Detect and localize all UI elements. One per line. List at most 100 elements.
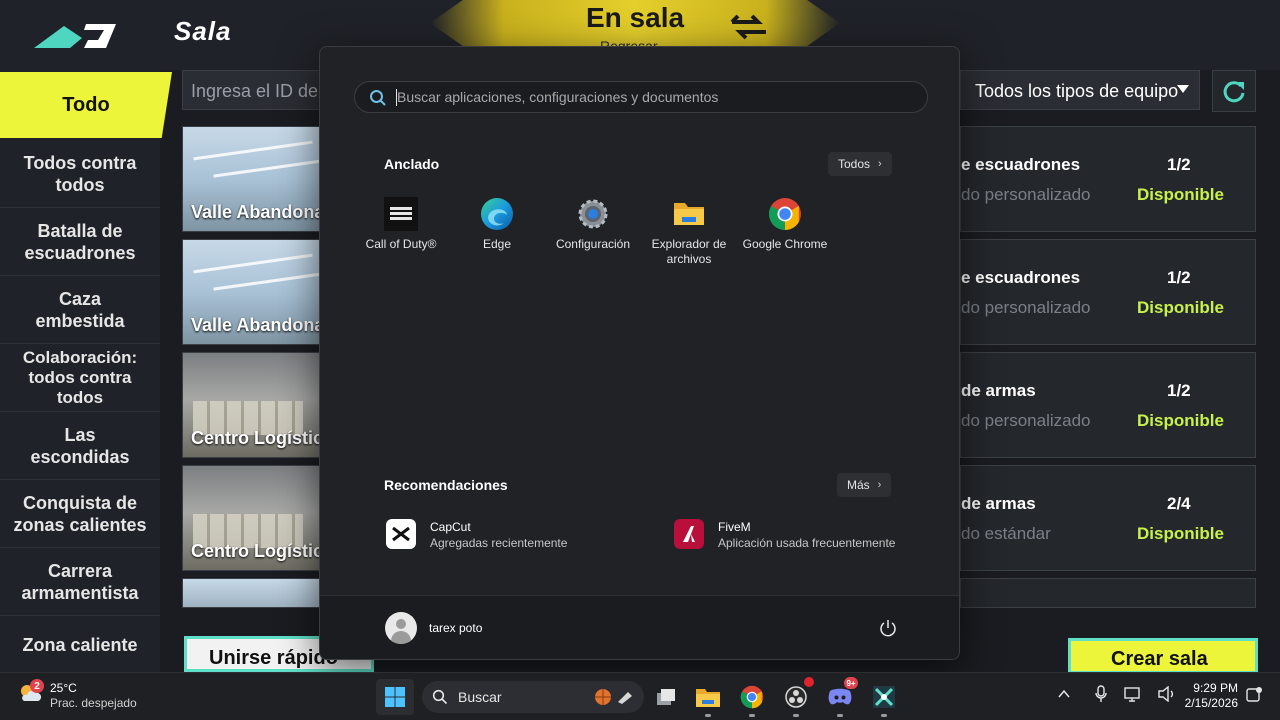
sidebar-item-conquista[interactable]: Conquista de zonas calientes	[0, 480, 160, 548]
mode-sidebar: Todo Todos contra todos Batalla de escua…	[0, 70, 172, 675]
taskbar-obs[interactable]	[780, 677, 814, 717]
start-search-box[interactable]	[354, 81, 928, 113]
folder-icon	[696, 689, 720, 707]
room-player-count: 1/2	[1167, 155, 1191, 174]
start-user-bar: tarex poto	[320, 595, 959, 659]
sidebar-item-colaboracion[interactable]: Colaboración: todos contra todos	[0, 344, 160, 412]
room-status: Disponible	[1137, 524, 1224, 543]
windows-logo-icon	[385, 687, 405, 707]
sidebar-item-label: Carrera armamentista	[21, 560, 139, 603]
avatar-body	[391, 631, 411, 644]
weather-alert-badge: 2	[30, 679, 44, 693]
sidebar-item-caza-embestida[interactable]: Caza embestida	[0, 276, 160, 344]
power-icon[interactable]	[878, 618, 898, 638]
recommended-item-fivem[interactable]: FiveM Aplicación usada frecuentemente	[674, 519, 895, 551]
start-button[interactable]	[376, 679, 414, 715]
capcut-icon	[386, 519, 416, 549]
all-apps-button[interactable]: Todos ›	[828, 152, 892, 176]
more-recommended-button[interactable]: Más ›	[837, 473, 892, 497]
pinned-app-settings[interactable]: Configuración	[545, 197, 641, 252]
recommended-item-capcut[interactable]: CapCut Agregadas recientemente	[386, 519, 567, 551]
pinned-app-call-of-duty[interactable]: Call of Duty®	[353, 197, 449, 252]
room-map-thumbnail-partial[interactable]	[182, 578, 322, 608]
room-map-thumbnail[interactable]: Valle Abandonado	[182, 239, 322, 345]
equipment-filter-value: Todos los tipos de equipo	[975, 81, 1179, 101]
sidebar-item-label: Colaboración: todos contra todos	[22, 347, 138, 407]
avatar-head	[396, 619, 406, 629]
refresh-button[interactable]	[1212, 70, 1256, 112]
taskbar-file-explorer[interactable]	[692, 681, 724, 717]
taskbar-search[interactable]: Buscar	[422, 681, 644, 713]
search-icon	[370, 90, 386, 106]
recording-dot	[804, 677, 814, 687]
sidebar-item-carrera[interactable]: Carrera armamentista	[0, 548, 160, 616]
sidebar-item-label: Conquista de zonas calientes	[13, 492, 147, 535]
sidebar-item-label: Caza embestida	[35, 288, 125, 331]
room-map-thumbnail[interactable]: Valle Abandonado	[182, 126, 322, 232]
refresh-icon	[1223, 81, 1245, 103]
room-row[interactable]: e escuadrones do personalizado 1/2 Dispo…	[960, 239, 1256, 345]
running-indicator	[881, 714, 887, 717]
clock-time: 9:29 PM	[1193, 681, 1238, 695]
app-label: Google Chrome	[742, 237, 828, 251]
chevron-right-icon: ›	[877, 479, 882, 491]
screen: Sala En sala Regresar Todo Todos contra …	[0, 0, 1280, 720]
recommended-name: CapCut	[430, 520, 471, 534]
sidebar-item-todo[interactable]: Todo	[0, 72, 172, 138]
room-map-thumbnail[interactable]: Centro Logístico	[182, 465, 322, 571]
volume-icon[interactable]	[1158, 686, 1176, 702]
discord-notification-badge: 9+	[844, 677, 858, 689]
room-row[interactable]: de armas do personalizado 1/2 Disponible	[960, 352, 1256, 458]
sidebar-item-label: Todo	[62, 94, 110, 116]
user-avatar[interactable]	[385, 612, 417, 644]
room-map-thumbnail[interactable]: Centro Logístico	[182, 352, 322, 458]
notifications-icon[interactable]	[1246, 687, 1262, 703]
map-name: Centro Logístico	[191, 428, 322, 448]
taskbar-clock[interactable]: 9:29 PM 2/15/2026	[1176, 681, 1238, 711]
create-room-button[interactable]: Crear sala	[1068, 638, 1258, 674]
chevron-up-icon[interactable]	[1058, 689, 1070, 699]
search-icon	[432, 689, 448, 705]
user-name[interactable]: tarex poto	[429, 621, 482, 635]
taskbar-discord[interactable]: 9+	[824, 677, 858, 717]
taskbar-chrome[interactable]	[736, 681, 768, 717]
pinned-app-edge[interactable]: Edge	[449, 197, 545, 252]
pinned-app-file-explorer[interactable]: Explorador de archivos	[641, 197, 737, 267]
weather-widget[interactable]: 2 25°C Prac. despejado	[18, 679, 137, 711]
taskbar-task-view[interactable]	[650, 681, 682, 713]
sky-streak	[213, 272, 321, 291]
chrome-icon	[740, 685, 764, 709]
network-icon[interactable]	[1124, 686, 1142, 702]
room-row[interactable]: e escuadrones do personalizado 1/2 Dispo…	[960, 126, 1256, 232]
sidebar-item-las-escondidas[interactable]: Las escondidas	[0, 412, 160, 480]
room-status: Disponible	[1137, 185, 1224, 204]
sidebar-item-batalla-escuadrones[interactable]: Batalla de escuadrones	[0, 208, 160, 276]
equipment-filter-select[interactable]: Todos los tipos de equipo	[960, 70, 1200, 110]
more-label: Más	[847, 478, 870, 492]
room-status: Disponible	[1137, 298, 1224, 317]
start-search-input[interactable]	[397, 86, 917, 108]
task-view-icon	[657, 689, 675, 705]
game-logo	[0, 0, 160, 70]
map-name: Valle Abandonado	[191, 315, 321, 335]
taskbar-game-app[interactable]	[868, 681, 900, 717]
app-label: Call of Duty®	[365, 237, 437, 251]
room-row[interactable]: de armas do estándar 2/4 Disponible	[960, 465, 1256, 571]
pinned-section-title: Anclado	[384, 156, 440, 172]
microphone-icon[interactable]	[1094, 685, 1108, 703]
edge-icon	[480, 197, 514, 231]
pinned-app-chrome[interactable]: Google Chrome	[737, 197, 833, 252]
text-cursor	[396, 89, 397, 106]
game-app-icon	[873, 686, 895, 708]
dropdown-arrow-icon	[1177, 85, 1189, 93]
room-mode-type: do estándar	[961, 524, 1051, 543]
room-row-partial[interactable]	[960, 578, 1256, 608]
sidebar-item-todos-contra-todos[interactable]: Todos contra todos	[0, 140, 160, 208]
folder-icon	[672, 197, 706, 231]
page-title: Sala	[174, 16, 232, 46]
sidebar-item-zona-caliente[interactable]: Zona caliente	[0, 616, 160, 674]
room-id-input[interactable]: Ingresa el ID de	[182, 70, 322, 110]
swap-arrows-icon[interactable]	[728, 12, 770, 42]
search-highlight-icon	[595, 689, 632, 705]
taskbar-search-label: Buscar	[458, 689, 502, 705]
